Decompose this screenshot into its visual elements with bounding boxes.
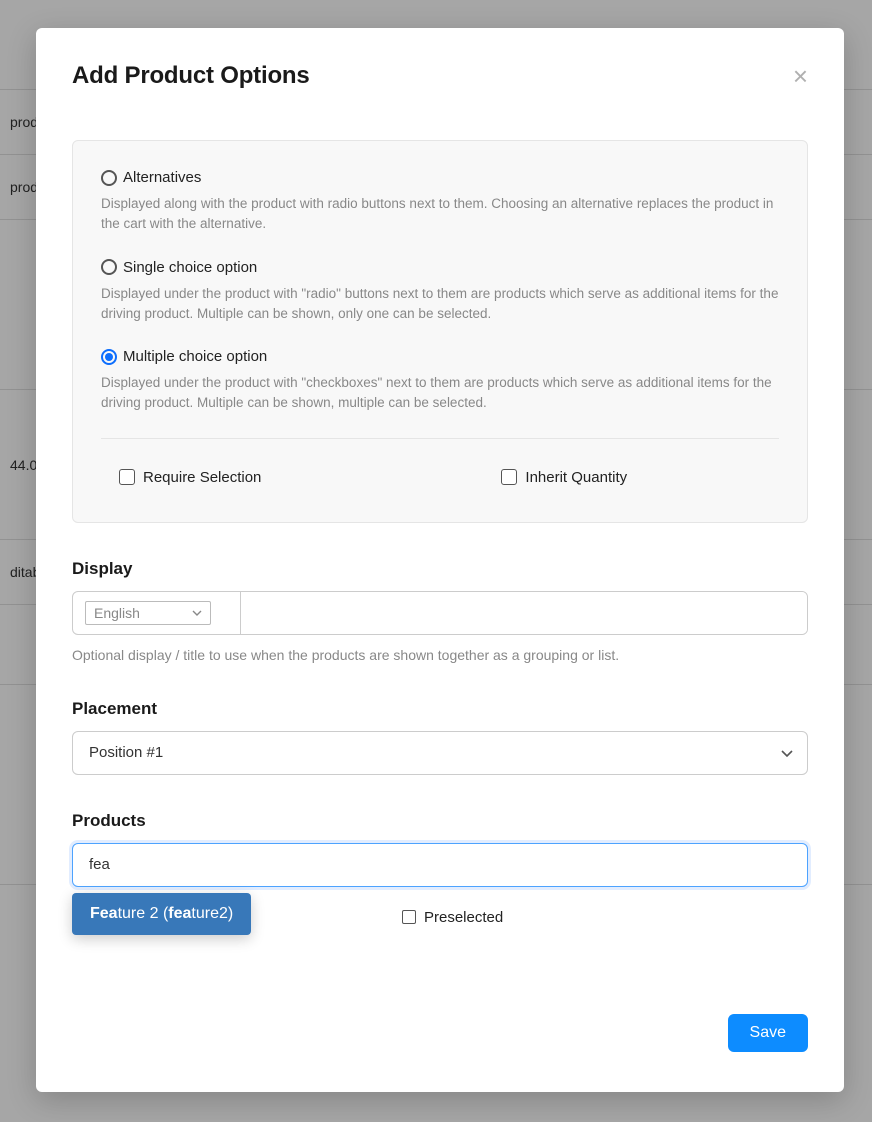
chevron-down-icon xyxy=(781,750,791,756)
products-field: Products Feature 2 (feature2) Preselecte… xyxy=(72,811,808,926)
field-label: Display xyxy=(72,559,808,579)
placement-field: Placement Position #1 xyxy=(72,699,808,775)
checkbox-label: Inherit Quantity xyxy=(525,469,627,486)
radio-desc: Displayed along with the product with ra… xyxy=(101,194,779,235)
radio-multiple-choice[interactable]: Multiple choice option Displayed under t… xyxy=(101,348,779,414)
chevron-down-icon xyxy=(192,610,202,616)
checkbox-icon xyxy=(119,469,135,485)
display-field: Display English Optional display / title… xyxy=(72,559,808,663)
radio-icon xyxy=(101,259,117,275)
field-label: Products xyxy=(72,811,808,831)
placement-select[interactable]: Position #1 xyxy=(72,731,808,775)
radio-desc: Displayed under the product with "checkb… xyxy=(101,373,779,414)
require-selection-checkbox[interactable]: Require Selection xyxy=(119,469,261,486)
checkbox-label: Preselected xyxy=(424,909,503,926)
radio-label: Single choice option xyxy=(123,259,257,276)
checkbox-icon xyxy=(402,910,416,924)
radio-icon xyxy=(101,170,117,186)
field-label: Placement xyxy=(72,699,808,719)
option-type-panel: Alternatives Displayed along with the pr… xyxy=(72,140,808,523)
ac-text: ture 2 ( xyxy=(118,905,169,923)
language-value: English xyxy=(94,605,140,621)
add-product-options-modal: Add Product Options × Alternatives Displ… xyxy=(36,28,844,1092)
display-helper: Optional display / title to use when the… xyxy=(72,647,808,663)
radio-label: Alternatives xyxy=(123,169,201,186)
save-button[interactable]: Save xyxy=(728,1014,808,1052)
divider xyxy=(101,438,779,439)
modal-title: Add Product Options xyxy=(72,62,310,90)
placement-value: Position #1 xyxy=(89,744,163,761)
inherit-quantity-checkbox[interactable]: Inherit Quantity xyxy=(501,469,627,486)
radio-alternatives[interactable]: Alternatives Displayed along with the pr… xyxy=(101,169,779,235)
preselected-checkbox[interactable]: Preselected xyxy=(402,909,808,926)
ac-match: Fea xyxy=(90,905,118,923)
close-icon[interactable]: × xyxy=(793,63,808,89)
radio-icon-selected xyxy=(101,349,117,365)
language-select[interactable]: English xyxy=(73,592,241,634)
autocomplete-suggestion[interactable]: Feature 2 (feature2) xyxy=(72,893,251,935)
products-search-input[interactable] xyxy=(72,843,808,887)
display-title-input[interactable] xyxy=(241,592,807,634)
ac-match: fea xyxy=(168,905,191,923)
radio-single-choice[interactable]: Single choice option Displayed under the… xyxy=(101,259,779,325)
checkbox-icon xyxy=(501,469,517,485)
radio-desc: Displayed under the product with "radio"… xyxy=(101,284,779,325)
checkbox-label: Require Selection xyxy=(143,469,261,486)
ac-text: ture2) xyxy=(191,905,233,923)
radio-label: Multiple choice option xyxy=(123,348,267,365)
